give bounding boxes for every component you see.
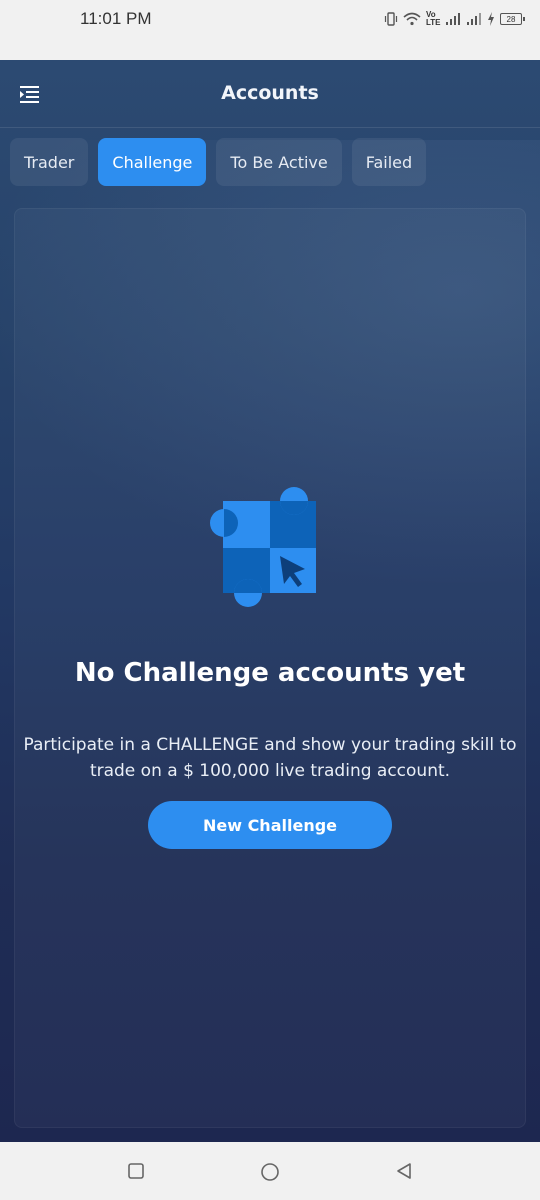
empty-state-title: No Challenge accounts yet	[74, 658, 466, 688]
signal-icon	[466, 12, 482, 26]
back-icon[interactable]	[395, 1162, 413, 1184]
tab-to-be-active[interactable]: To Be Active	[216, 138, 342, 186]
tab-challenge[interactable]: Challenge	[98, 138, 207, 186]
system-nav-bar	[0, 1142, 540, 1200]
app-header: Accounts	[0, 60, 540, 128]
tab-trader[interactable]: Trader	[10, 138, 89, 186]
new-challenge-button[interactable]: New Challenge	[148, 801, 392, 849]
tab-failed[interactable]: Failed	[351, 138, 427, 186]
signal-icon	[445, 12, 461, 26]
vibrate-icon	[384, 12, 398, 26]
recent-apps-icon[interactable]	[127, 1162, 145, 1184]
account-tabs: Trader Challenge To Be Active Failed	[10, 138, 427, 186]
battery-icon: 28	[500, 13, 525, 25]
checkerboard-cursor-icon	[195, 480, 325, 610]
charging-icon	[487, 12, 495, 26]
home-icon[interactable]	[260, 1162, 280, 1186]
status-time: 11:01 PM	[80, 9, 152, 28]
status-bar: 11:01 PM Vo LTE 28	[0, 0, 540, 60]
wifi-icon	[403, 12, 421, 26]
status-icons: Vo LTE 28	[384, 10, 525, 28]
app-screen: Accounts Trader Challenge To Be Active F…	[0, 60, 540, 1142]
empty-state-text: Participate in a CHALLENGE and show your…	[23, 735, 517, 781]
page-title: Accounts	[221, 82, 319, 104]
volte-icon: Vo LTE	[426, 10, 441, 27]
